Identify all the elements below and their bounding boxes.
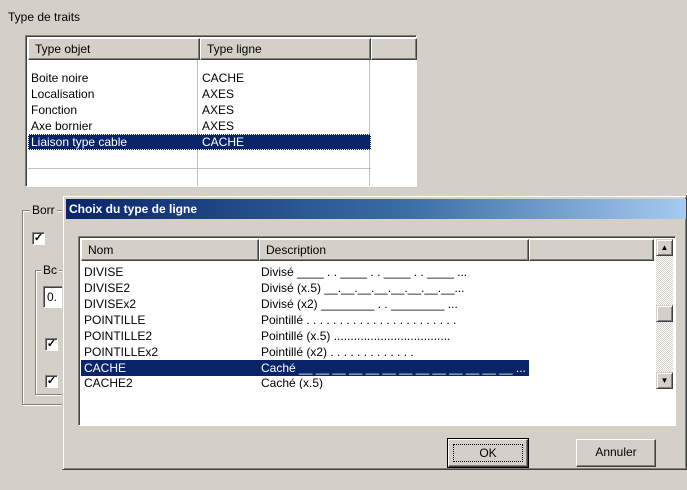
annuler-button[interactable]: Annuler: [576, 439, 656, 467]
column-header-description[interactable]: Description: [259, 239, 529, 261]
list-item-selected[interactable]: Liaison type cable CACHE: [28, 134, 371, 150]
line-type-list[interactable]: Nom Description DIVISE Divisé ____ . . _…: [78, 236, 676, 426]
section-label-type-de-traits: Type de traits: [8, 10, 81, 24]
bornier-subgroup-label: Bc: [41, 263, 60, 277]
ok-button-label: OK: [453, 444, 523, 462]
scroll-up-arrow-icon[interactable]: ▲: [656, 239, 673, 256]
bornier-group-label: Borr: [30, 203, 57, 217]
type-ligne-cell: CACHE: [202, 71, 245, 85]
choix-type-ligne-dialog: Choix du type de ligne Nom Description D…: [62, 195, 687, 470]
dialog-title[interactable]: Choix du type de ligne: [66, 199, 686, 219]
list-item[interactable]: Boite noire CACHE: [28, 70, 371, 86]
column-header-type-ligne[interactable]: Type ligne: [200, 38, 371, 60]
description-cell: Caché __ __ __ __ __ __ __ __ __ __ __ _…: [261, 361, 526, 375]
column-header-type-objet[interactable]: Type objet: [28, 38, 200, 60]
checkbox-3[interactable]: ✓: [45, 375, 58, 388]
type-objet-cell: Localisation: [31, 87, 95, 101]
type-ligne-cell: CACHE: [202, 135, 245, 149]
type-ligne-cell: AXES: [202, 119, 235, 133]
column-header-nom[interactable]: Nom: [81, 239, 259, 261]
type-ligne-cell: AXES: [202, 103, 235, 117]
list-item[interactable]: DIVISE Divisé ____ . . ____ . . ____ . .…: [81, 264, 529, 280]
description-cell: Pointillé . . . . . . . . . . . . . . . …: [261, 313, 457, 327]
scroll-down-arrow-icon[interactable]: ▼: [656, 372, 673, 389]
list-item[interactable]: Localisation AXES: [28, 86, 371, 102]
column-header-empty[interactable]: [529, 239, 654, 261]
list-item[interactable]: Axe bornier AXES: [28, 118, 371, 134]
list-item[interactable]: DIVISE2 Divisé (x.5) __.__.__.__.__.__._…: [81, 280, 529, 296]
nom-cell: POINTILLEx2: [84, 345, 159, 359]
description-cell: Caché (x.5): [261, 376, 324, 389]
type-objet-cell: Boite noire: [31, 71, 89, 85]
list-item[interactable]: Fonction AXES: [28, 102, 371, 118]
type-objet-cell: Liaison type cable: [31, 135, 128, 149]
scrollbar-thumb[interactable]: [656, 305, 673, 322]
list-item-selected[interactable]: CACHE Caché __ __ __ __ __ __ __ __ __ _…: [81, 360, 529, 376]
list-item[interactable]: DIVISEx2 Divisé (x2) ________ . . ______…: [81, 296, 529, 312]
nom-cell: CACHE2: [84, 376, 133, 389]
nom-cell: DIVISE2: [84, 281, 131, 295]
description-cell: Pointillé (x.5) ........................…: [261, 329, 451, 343]
list-item[interactable]: CACHE2 Caché (x.5): [81, 376, 529, 389]
nom-cell: POINTILLE: [84, 313, 146, 327]
list-item[interactable]: POINTILLE2 Pointillé (x.5) .............…: [81, 328, 529, 344]
ok-button[interactable]: OK: [447, 438, 529, 468]
type-objet-cell: Fonction: [31, 103, 78, 117]
checkbox-1[interactable]: ✓: [32, 232, 45, 245]
description-cell: Pointillé (x2) . . . . . . . . . . . . .: [261, 345, 414, 359]
type-objet-cell: Axe bornier: [31, 119, 93, 133]
type-ligne-cell: AXES: [202, 87, 235, 101]
nom-cell: DIVISE: [84, 265, 124, 279]
column-header-empty[interactable]: [371, 38, 417, 60]
description-cell: Divisé (x2) ________ . . ________ ...: [261, 297, 458, 311]
list-item[interactable]: POINTILLEx2 Pointillé (x2) . . . . . . .…: [81, 344, 529, 360]
description-cell: Divisé ____ . . ____ . . ____ . . ____ .…: [261, 265, 468, 279]
checkbox-2[interactable]: ✓: [45, 338, 58, 351]
nom-cell: POINTILLE2: [84, 329, 153, 343]
vertical-scrollbar[interactable]: ▲ ▼: [656, 239, 673, 389]
nom-cell: CACHE: [84, 361, 127, 375]
row-divider: [28, 168, 371, 169]
description-cell: Divisé (x.5) __.__.__.__.__.__.__.__...: [261, 281, 465, 295]
nom-cell: DIVISEx2: [84, 297, 137, 311]
list-item[interactable]: POINTILLE Pointillé . . . . . . . . . . …: [81, 312, 529, 328]
type-traits-list[interactable]: Type objet Type ligne Boite noire CACHE …: [25, 35, 417, 187]
